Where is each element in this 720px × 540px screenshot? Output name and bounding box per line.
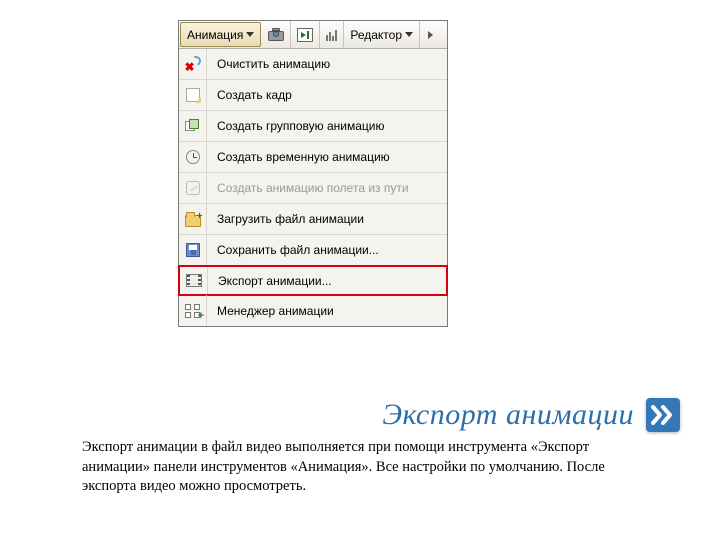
menu-item-label: Создать кадр <box>207 88 447 102</box>
menu-item-label: Экспорт анимации... <box>208 274 446 288</box>
group-icon <box>185 119 201 133</box>
menu-item-label: Создать анимацию полета из пути <box>207 181 447 195</box>
slide-title: Экспорт анимации <box>382 398 634 432</box>
menu-item-load-animation-file[interactable]: + Загрузить файл анимации <box>179 204 447 235</box>
equalizer-icon <box>326 29 337 41</box>
camera-icon <box>268 28 284 41</box>
menu-item-create-fly-animation: Создать анимацию полета из пути <box>179 173 447 204</box>
manager-icon: + <box>185 304 200 318</box>
menu-item-label: Создать групповую анимацию <box>207 119 447 133</box>
menu-item-clear-animation[interactable]: ✖ Очистить анимацию <box>179 49 447 80</box>
menu-item-label: Очистить анимацию <box>207 57 447 71</box>
save-icon <box>186 243 200 257</box>
menu-item-label: Загрузить файл анимации <box>207 212 447 226</box>
play-button[interactable] <box>291 21 320 48</box>
animation-menu: ✖ Очистить анимацию Создать кадр Создать… <box>179 49 447 326</box>
flypath-icon <box>186 181 200 195</box>
film-icon <box>186 274 202 287</box>
menu-item-label: Сохранить файл анимации... <box>207 243 447 257</box>
animation-dropdown-label: Анимация <box>187 28 243 42</box>
menu-item-label: Менеджер анимации <box>207 304 447 318</box>
menu-item-label: Создать временную анимацию <box>207 150 447 164</box>
menu-item-create-time-animation[interactable]: Создать временную анимацию <box>179 142 447 173</box>
menu-item-create-group-animation[interactable]: Создать групповую анимацию <box>179 111 447 142</box>
equalizer-button[interactable] <box>320 21 344 48</box>
forward-button[interactable] <box>420 21 447 48</box>
editor-dropdown-label: Редактор <box>350 28 402 42</box>
folder-open-icon: + <box>185 215 201 227</box>
menu-item-create-frame[interactable]: Создать кадр <box>179 80 447 111</box>
double-chevron-right-icon <box>651 405 675 425</box>
toolbar: Анимация Редактор <box>179 21 447 49</box>
slide-body-text: Экспорт анимации в файл видео выполняетс… <box>82 438 642 497</box>
clock-icon <box>186 150 200 164</box>
camera-button[interactable] <box>262 21 291 48</box>
chevron-down-icon <box>246 32 254 37</box>
play-icon <box>297 28 313 42</box>
slide-title-row: Экспорт анимации <box>80 398 680 432</box>
chevron-right-icon <box>428 31 433 39</box>
chevrons-badge <box>646 398 680 432</box>
chevron-down-icon <box>405 32 413 37</box>
clear-icon: ✖ <box>185 56 201 72</box>
frame-icon <box>186 88 200 102</box>
menu-item-animation-manager[interactable]: + Менеджер анимации <box>179 295 447 326</box>
animation-dropdown-button[interactable]: Анимация <box>180 22 261 47</box>
menu-item-save-animation-file[interactable]: Сохранить файл анимации... <box>179 235 447 266</box>
animation-panel-screenshot: Анимация Редактор ✖ Очистить анимацию Со… <box>178 20 448 327</box>
menu-item-export-animation[interactable]: Экспорт анимации... <box>178 265 448 296</box>
editor-dropdown-button[interactable]: Редактор <box>344 21 420 48</box>
